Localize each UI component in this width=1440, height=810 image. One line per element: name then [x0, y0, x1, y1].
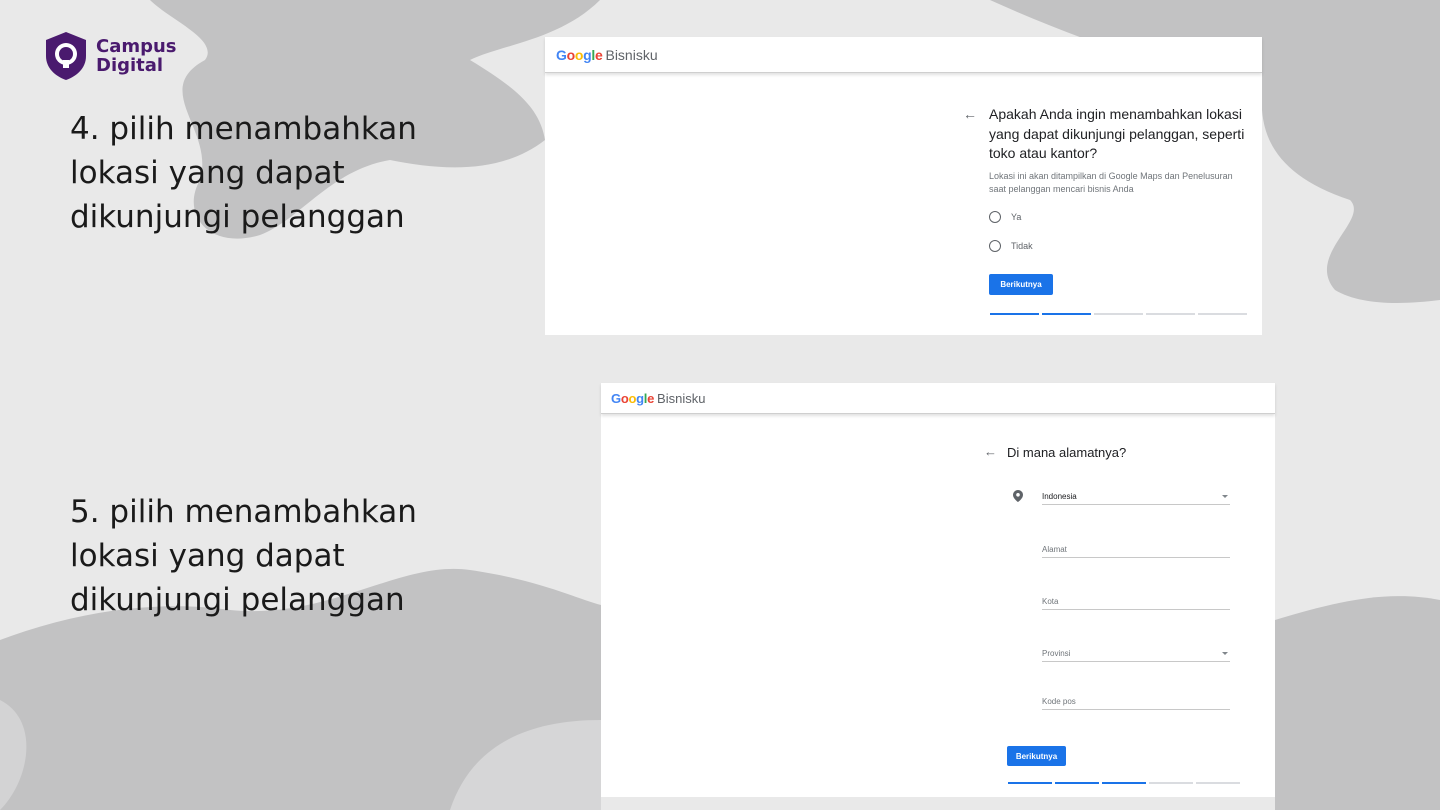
product-name: Bisnisku — [605, 46, 658, 63]
google-logo: Google — [611, 390, 655, 406]
country-value: Indonesia — [1042, 492, 1077, 501]
progress-bar — [1008, 782, 1240, 784]
progress-segment — [1149, 782, 1193, 784]
step5-text: 5. pilih menambahkan lokasi yang dapat d… — [70, 494, 417, 618]
arrow-left-icon[interactable]: ← — [963, 106, 977, 122]
campus-digital-logo: Campus Digital — [42, 30, 177, 82]
radio-circle[interactable] — [989, 240, 1001, 252]
arrow-left-icon[interactable]: ← — [984, 444, 997, 459]
logo-line1: Campus — [96, 36, 177, 57]
screenshot-step5: Google Bisnisku ← Di mana alamatnya? Ind… — [601, 383, 1275, 797]
country-select[interactable]: Indonesia — [1042, 492, 1230, 505]
google-logo: Google — [556, 46, 603, 63]
google-bisnisku-header: Google Bisnisku — [601, 383, 1275, 414]
progress-segment — [1042, 313, 1091, 315]
next-button[interactable]: Berikutnya — [989, 274, 1053, 295]
caret-down-icon — [1222, 652, 1228, 655]
radio-label: Tidak — [1011, 241, 1033, 251]
next-button[interactable]: Berikutnya — [1007, 746, 1066, 766]
product-name: Bisnisku — [657, 390, 706, 406]
city-placeholder: Kota — [1042, 597, 1059, 606]
province-placeholder: Provinsi — [1042, 649, 1071, 658]
location-pin-icon — [1013, 490, 1023, 502]
radio-circle[interactable] — [989, 211, 1001, 223]
postal-code-field[interactable]: Kode pos — [1042, 697, 1230, 710]
question-subtitle: Lokasi ini akan ditampilkan di Google Ma… — [989, 171, 1233, 194]
question-title: Di mana alamatnya? — [1007, 445, 1127, 460]
caret-down-icon — [1222, 495, 1228, 498]
progress-segment — [1146, 313, 1195, 315]
step4-text: 4. pilih menambahkan lokasi yang dapat d… — [70, 111, 417, 235]
lightbulb-shield-icon — [46, 32, 86, 80]
radio-option-ya[interactable]: Ya — [989, 211, 1021, 223]
address-field[interactable]: Alamat — [1042, 545, 1230, 558]
question-title: Apakah Anda ingin menambahkan lokasi yan… — [989, 106, 1245, 161]
progress-segment — [1055, 782, 1099, 784]
progress-segment — [1094, 313, 1143, 315]
province-select[interactable]: Provinsi — [1042, 649, 1230, 662]
progress-segment — [1102, 782, 1146, 784]
progress-segment — [990, 313, 1039, 315]
progress-segment — [1198, 313, 1247, 315]
screenshot-step4: Google Bisnisku ← Apakah Anda ingin mena… — [545, 37, 1262, 335]
address-placeholder: Alamat — [1042, 545, 1067, 554]
radio-option-tidak[interactable]: Tidak — [989, 240, 1033, 252]
city-field[interactable]: Kota — [1042, 597, 1230, 610]
logo-line2: Digital — [96, 55, 164, 76]
progress-bar — [990, 313, 1247, 315]
radio-label: Ya — [1011, 212, 1022, 222]
google-bisnisku-header: Google Bisnisku — [545, 37, 1262, 73]
progress-segment — [1196, 782, 1240, 784]
postal-placeholder: Kode pos — [1042, 697, 1076, 706]
progress-segment — [1008, 782, 1052, 784]
